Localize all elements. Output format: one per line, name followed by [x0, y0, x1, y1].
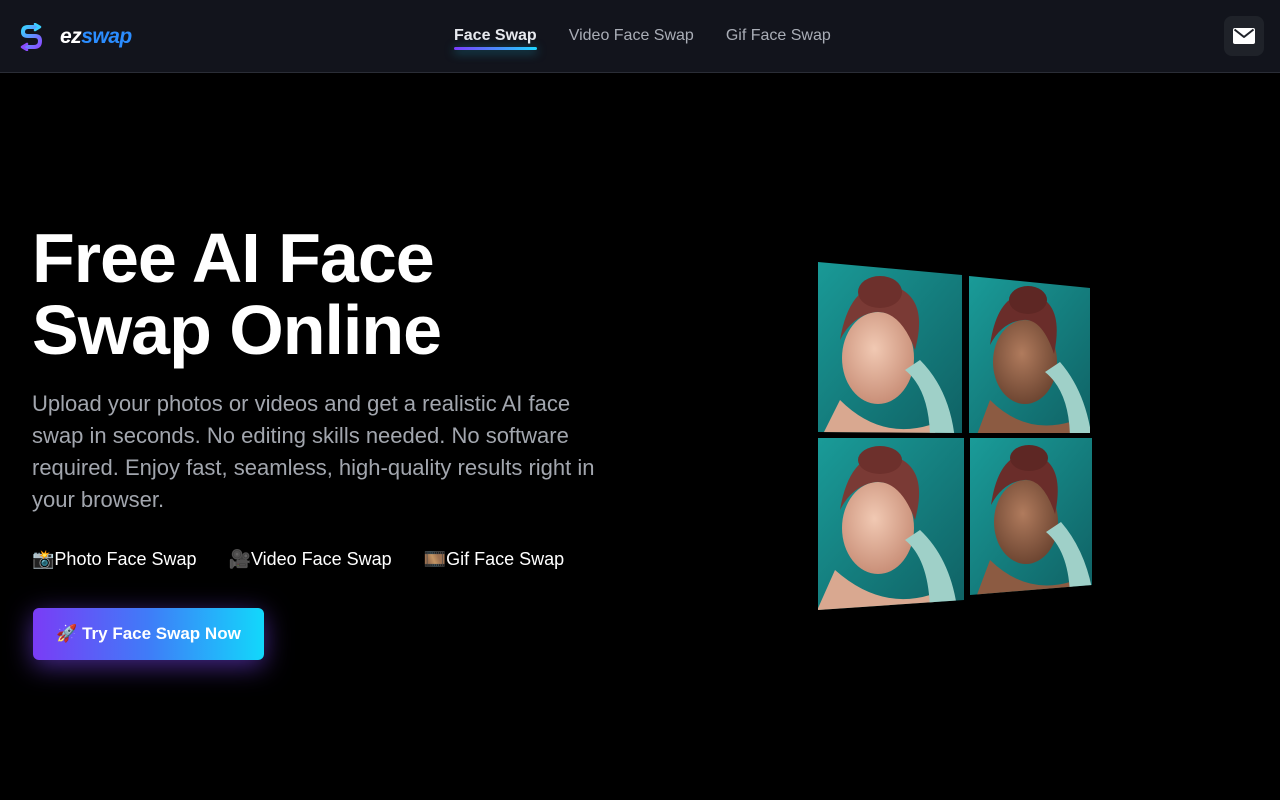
- feature-label: Gif Face Swap: [446, 549, 565, 569]
- contact-mail-button[interactable]: [1224, 16, 1264, 56]
- preview-tile-original-2: [818, 438, 964, 610]
- video-camera-icon: 🎥: [228, 549, 251, 569]
- nav-item-label: Gif Face Swap: [725, 27, 831, 44]
- mail-icon: [1233, 28, 1255, 44]
- film-frames-icon: 🎞️: [423, 549, 447, 569]
- preview-grid-graphic: [818, 262, 1092, 610]
- preview-tile-swapped-1: [969, 276, 1090, 433]
- camera-icon: 📸: [32, 549, 55, 569]
- feature-label: Video Face Swap: [250, 549, 392, 569]
- preview-tile-original-1: [818, 262, 962, 433]
- hero-title: Free AI Face Swap Online: [32, 222, 632, 366]
- brand-wordmark: ezswap: [60, 25, 132, 49]
- brand-logo[interactable]: ezswap: [20, 22, 132, 52]
- ezswap-logo-icon: [20, 23, 43, 51]
- preview-tile-swapped-2: [970, 438, 1092, 595]
- nav-item-label: Video Face Swap: [568, 27, 694, 44]
- main-nav: Face Swap Video Face Swap Gif Face Swap: [454, 0, 863, 72]
- feature-gif-face-swap: 🎞️ Gif Face Swap: [424, 549, 564, 570]
- nav-item-video-face-swap[interactable]: Video Face Swap: [569, 0, 694, 72]
- face-swap-preview-grid: [780, 250, 1140, 630]
- nav-item-face-swap[interactable]: Face Swap: [454, 0, 537, 72]
- brand-name-part1: ez: [60, 25, 82, 48]
- hero-description: Upload your photos or videos and get a r…: [32, 391, 595, 512]
- hero-title-line2: Swap Online: [32, 291, 442, 369]
- nav-item-gif-face-swap[interactable]: Gif Face Swap: [726, 0, 831, 72]
- feature-list: 📸 Photo Face Swap 🎥 Video Face Swap 🎞️ Gif …: [32, 549, 564, 570]
- feature-label: Photo Face Swap: [54, 549, 197, 569]
- feature-photo-face-swap: 📸 Photo Face Swap: [32, 549, 197, 570]
- top-navbar: ezswap Face Swap Video Face Swap Gif Fac…: [0, 0, 1280, 73]
- hero-title-line1: Free AI Face: [32, 219, 435, 297]
- try-face-swap-button[interactable]: 🚀 Try Face Swap Now: [33, 608, 264, 660]
- nav-item-label: Face Swap: [454, 27, 537, 44]
- brand-name-part2: swap: [81, 25, 132, 48]
- active-nav-underline: [454, 47, 537, 50]
- feature-video-face-swap: 🎥 Video Face Swap: [229, 549, 392, 570]
